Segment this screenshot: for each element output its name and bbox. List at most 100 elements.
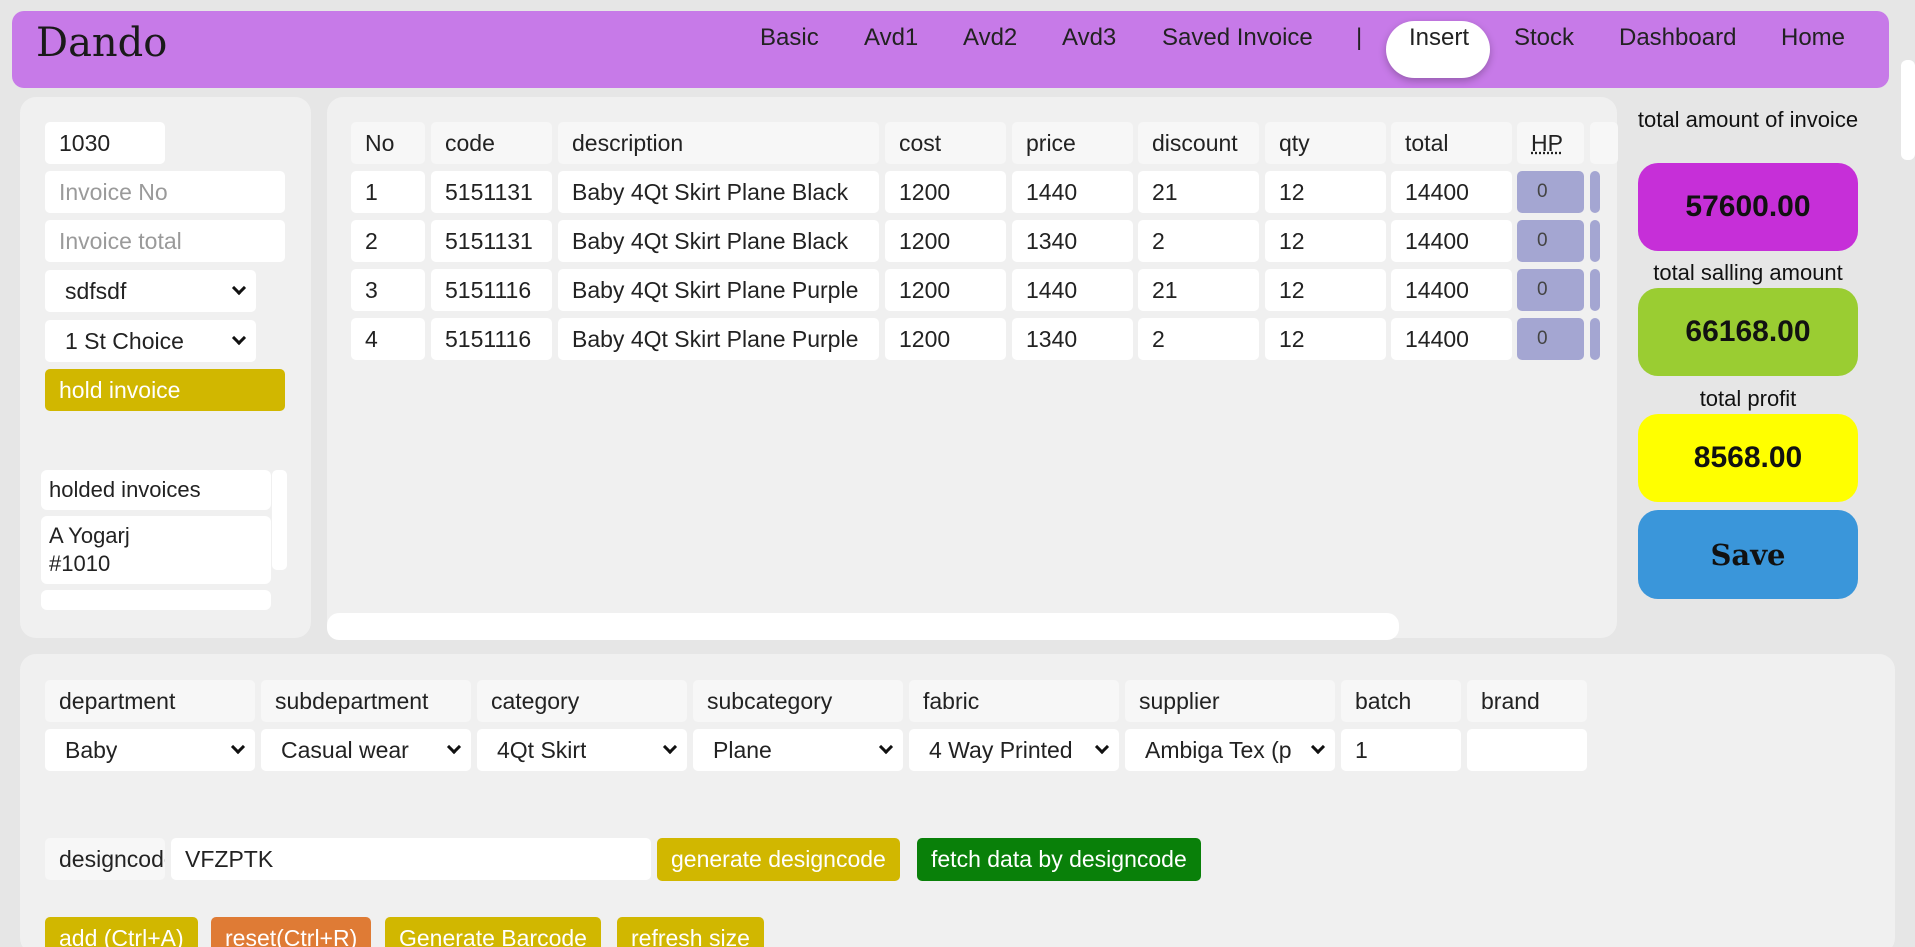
reset-button[interactable]: reset(Ctrl+R) xyxy=(211,917,372,947)
fetch-designcode-button[interactable]: fetch data by designcode xyxy=(917,838,1201,881)
refresh-size-button[interactable]: refresh size xyxy=(617,917,764,947)
form-label-fabric: fabric xyxy=(909,680,1119,722)
nav-insert[interactable]: Insert xyxy=(1409,24,1469,52)
table-header-hp: HP xyxy=(1517,122,1584,164)
brand-logo[interactable]: Dando xyxy=(36,20,167,66)
generate-designcode-button[interactable]: generate designcode xyxy=(657,838,900,881)
subcategory-select[interactable]: Plane xyxy=(693,729,903,771)
nav-home[interactable]: Home xyxy=(1781,24,1845,52)
cell-total[interactable]: 14400 xyxy=(1391,269,1512,311)
nav-avd1[interactable]: Avd1 xyxy=(864,24,918,52)
nav-separator: | xyxy=(1356,24,1363,51)
cell-cost[interactable]: 1200 xyxy=(885,318,1006,360)
choice-select[interactable]: 1 St Choice xyxy=(45,320,256,362)
fabric-select[interactable]: 4 Way Printed xyxy=(909,729,1119,771)
add-button[interactable]: add (Ctrl+A) xyxy=(45,917,198,947)
fabric-select-value: 4 Way Printed xyxy=(929,736,1073,763)
cell-hp[interactable]: 0 xyxy=(1517,318,1584,360)
cell-qty[interactable]: 12 xyxy=(1265,171,1386,213)
cell-discount[interactable]: 2 xyxy=(1138,220,1259,262)
cell-total[interactable]: 14400 xyxy=(1391,318,1512,360)
cell-no: 2 xyxy=(351,220,425,262)
table-header-no: No xyxy=(351,122,425,164)
customer-select-value: sdfsdf xyxy=(65,277,127,304)
table-header-discount: discount xyxy=(1138,122,1259,164)
cell-code[interactable]: 5151131 xyxy=(431,220,552,262)
invoice-id-field[interactable]: 1030 xyxy=(45,122,165,164)
choice-select-value: 1 St Choice xyxy=(65,327,184,354)
held-invoice-item-partial[interactable] xyxy=(41,590,271,610)
subcategory-select-value: Plane xyxy=(713,736,772,763)
cell-total[interactable]: 14400 xyxy=(1391,220,1512,262)
cell-description[interactable]: Baby 4Qt Skirt Plane Black xyxy=(558,171,879,213)
cell-overflow[interactable] xyxy=(1590,220,1600,262)
cell-price[interactable]: 1440 xyxy=(1012,269,1133,311)
cell-price[interactable]: 1440 xyxy=(1012,171,1133,213)
nav-basic[interactable]: Basic xyxy=(760,24,819,52)
cell-code[interactable]: 5151131 xyxy=(431,171,552,213)
cell-overflow[interactable] xyxy=(1590,269,1600,311)
top-navbar xyxy=(12,11,1889,88)
cell-code[interactable]: 5151116 xyxy=(431,318,552,360)
brand-input[interactable] xyxy=(1467,729,1587,771)
cell-total[interactable]: 14400 xyxy=(1391,171,1512,213)
customer-select[interactable]: sdfsdf xyxy=(45,270,256,312)
category-select[interactable]: 4Qt Skirt xyxy=(477,729,687,771)
page-scrollbar[interactable] xyxy=(1901,60,1915,160)
cell-no: 3 xyxy=(351,269,425,311)
cell-qty[interactable]: 12 xyxy=(1265,269,1386,311)
held-invoices-header: holded invoices xyxy=(41,470,271,510)
invoice-no-input[interactable]: Invoice No xyxy=(45,171,285,213)
designcode-input[interactable]: VFZPTK xyxy=(171,838,651,880)
held-invoice-item[interactable]: A Yogarj #1010 xyxy=(41,516,271,584)
chevron-down-icon xyxy=(662,739,678,755)
cell-discount[interactable]: 21 xyxy=(1138,171,1259,213)
cell-discount[interactable]: 2 xyxy=(1138,318,1259,360)
cell-overflow[interactable] xyxy=(1590,171,1600,213)
total-invoice-value: 57600.00 xyxy=(1638,163,1858,251)
cell-price[interactable]: 1340 xyxy=(1012,318,1133,360)
held-list-scrollbar[interactable] xyxy=(272,470,287,570)
supplier-select[interactable]: Ambiga Tex (p xyxy=(1125,729,1335,771)
nav-saved-invoice[interactable]: Saved Invoice xyxy=(1162,24,1313,52)
cell-cost[interactable]: 1200 xyxy=(885,269,1006,311)
cell-description[interactable]: Baby 4Qt Skirt Plane Black xyxy=(558,220,879,262)
total-profit-value: 8568.00 xyxy=(1638,414,1858,502)
total-selling-label: total salling amount xyxy=(1653,260,1843,285)
cell-description[interactable]: Baby 4Qt Skirt Plane Purple xyxy=(558,269,879,311)
cell-cost[interactable]: 1200 xyxy=(885,171,1006,213)
nav-avd2[interactable]: Avd2 xyxy=(963,24,1017,52)
cell-qty[interactable]: 12 xyxy=(1265,220,1386,262)
cell-qty[interactable]: 12 xyxy=(1265,318,1386,360)
chevron-down-icon xyxy=(230,739,246,755)
hold-invoice-button[interactable]: hold invoice xyxy=(45,369,285,411)
cell-code[interactable]: 5151116 xyxy=(431,269,552,311)
cell-description[interactable]: Baby 4Qt Skirt Plane Purple xyxy=(558,318,879,360)
nav-dashboard[interactable]: Dashboard xyxy=(1619,24,1736,52)
cell-hp[interactable]: 0 xyxy=(1517,220,1584,262)
table-header-code: code xyxy=(431,122,552,164)
table-horizontal-scrollbar[interactable] xyxy=(327,613,1399,640)
table-header-cost: cost xyxy=(885,122,1006,164)
cell-overflow[interactable] xyxy=(1590,318,1600,360)
cell-price[interactable]: 1340 xyxy=(1012,220,1133,262)
chevron-down-icon xyxy=(446,739,462,755)
table-header-description: description xyxy=(558,122,879,164)
cell-hp[interactable]: 0 xyxy=(1517,269,1584,311)
total-selling-value: 66168.00 xyxy=(1638,288,1858,376)
table-header-overflow xyxy=(1590,122,1618,164)
table-header-price: price xyxy=(1012,122,1133,164)
invoice-total-input[interactable]: Invoice total xyxy=(45,220,285,262)
nav-avd3[interactable]: Avd3 xyxy=(1062,24,1116,52)
department-select[interactable]: Baby xyxy=(45,729,255,771)
generate-barcode-button[interactable]: Generate Barcode xyxy=(385,917,601,947)
cell-discount[interactable]: 21 xyxy=(1138,269,1259,311)
cell-hp[interactable]: 0 xyxy=(1517,171,1584,213)
subdepartment-select[interactable]: Casual wear xyxy=(261,729,471,771)
form-label-supplier: supplier xyxy=(1125,680,1335,722)
form-label-category: category xyxy=(477,680,687,722)
save-button[interactable]: Save xyxy=(1638,510,1858,599)
cell-cost[interactable]: 1200 xyxy=(885,220,1006,262)
batch-input[interactable]: 1 xyxy=(1341,729,1461,771)
nav-stock[interactable]: Stock xyxy=(1514,24,1574,52)
